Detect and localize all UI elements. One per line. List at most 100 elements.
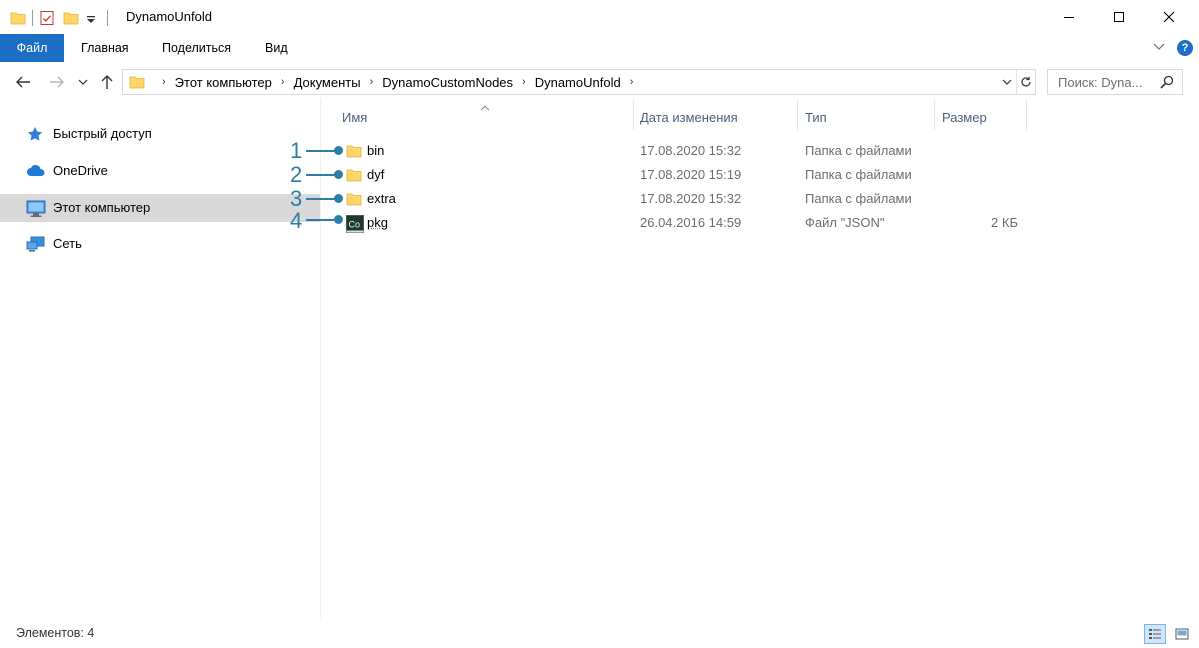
- quick-access-toolbar: [10, 7, 114, 29]
- sidebar-item-quick-access[interactable]: Быстрый доступ: [0, 120, 320, 148]
- details-view-button[interactable]: [1144, 624, 1166, 644]
- file-type: Файл "JSON": [805, 215, 885, 230]
- tab-file[interactable]: Файл: [0, 34, 64, 62]
- callout-number: 4: [290, 208, 303, 233]
- search-input[interactable]: Поиск: Dyna...: [1058, 75, 1142, 90]
- status-item-count: Элементов: 4: [16, 626, 95, 640]
- breadcrumb-separator-icon[interactable]: ›: [281, 76, 285, 88]
- breadcrumb-separator-icon[interactable]: ›: [370, 76, 374, 88]
- sort-ascending-icon: [480, 100, 490, 115]
- toolbar-divider: [32, 10, 33, 26]
- new-folder-icon[interactable]: [63, 10, 79, 26]
- help-icon[interactable]: ?: [1177, 40, 1193, 56]
- tab-home[interactable]: Главная: [81, 34, 129, 62]
- json-file-icon: Co: [346, 215, 364, 236]
- breadcrumb-this-pc[interactable]: Этот компьютер: [175, 75, 272, 90]
- column-header-date[interactable]: Дата изменения: [640, 110, 738, 125]
- expand-ribbon-chevron-icon[interactable]: [1153, 40, 1165, 55]
- recent-locations-button[interactable]: [76, 70, 90, 94]
- up-button[interactable]: [96, 70, 118, 94]
- breadcrumb-dynamo-unfold[interactable]: DynamoUnfold: [535, 75, 621, 90]
- folder-icon: [346, 167, 362, 186]
- pane-divider[interactable]: [320, 98, 321, 618]
- up-arrow-icon: [101, 75, 113, 89]
- navigation-pane: Быстрый доступ OneDrive Этот компьютер С…: [0, 98, 321, 618]
- column-header-type[interactable]: Тип: [805, 110, 827, 125]
- navigation-bar: › Этот компьютер › Документы › DynamoCus…: [0, 66, 1199, 98]
- file-size: 2 КБ: [991, 215, 1018, 230]
- callout-number: 2: [290, 162, 303, 187]
- breadcrumb: › Этот компьютер › Документы › DynamoCus…: [153, 70, 642, 94]
- close-button[interactable]: [1146, 0, 1192, 34]
- file-name: dyf: [367, 167, 385, 182]
- folder-icon: [346, 191, 362, 210]
- file-row-extra[interactable]: extra 17.08.2020 15:32 Папка с файлами: [322, 187, 1022, 211]
- search-icon[interactable]: [1160, 75, 1174, 92]
- properties-icon[interactable]: [39, 10, 55, 26]
- file-type: Папка с файлами: [805, 191, 912, 206]
- folder-icon: [129, 74, 145, 93]
- file-row-dyf[interactable]: dyf 17.08.2020 15:19 Папка с файлами: [322, 163, 1022, 187]
- breadcrumb-separator-icon[interactable]: ›: [630, 76, 634, 88]
- file-date: 26.04.2016 14:59: [640, 215, 742, 230]
- ribbon-tabs: Файл Главная Поделиться Вид ?: [0, 34, 1199, 62]
- column-divider[interactable]: [797, 100, 798, 130]
- callout-dot: [334, 170, 343, 179]
- sidebar-item-this-pc[interactable]: Этот компьютер: [0, 194, 320, 222]
- back-arrow-icon: [16, 76, 30, 88]
- minimize-button[interactable]: [1046, 0, 1092, 34]
- sidebar-item-label: OneDrive: [53, 163, 108, 178]
- back-button[interactable]: [12, 70, 34, 94]
- close-icon: [1163, 11, 1175, 23]
- file-type: Папка с файлами: [805, 167, 912, 182]
- cloud-icon: [26, 163, 46, 179]
- file-name: bin: [367, 143, 385, 158]
- column-header-name[interactable]: Имя: [342, 110, 367, 125]
- breadcrumb-documents[interactable]: Документы: [294, 75, 361, 90]
- breadcrumb-dynamo-custom-nodes[interactable]: DynamoCustomNodes: [382, 75, 513, 90]
- column-divider[interactable]: [934, 100, 935, 130]
- large-icons-view-button[interactable]: [1171, 624, 1193, 644]
- folder-icon: [346, 143, 362, 162]
- tab-view[interactable]: Вид: [265, 34, 288, 62]
- computer-icon: [26, 200, 46, 217]
- address-bar[interactable]: › Этот компьютер › Документы › DynamoCus…: [122, 69, 1036, 95]
- search-box[interactable]: Поиск: Dyna...: [1047, 69, 1183, 95]
- chevron-down-icon: [78, 79, 88, 85]
- chevron-down-icon: [1002, 79, 1012, 85]
- svg-text:Co: Co: [349, 220, 361, 230]
- sidebar-item-onedrive[interactable]: OneDrive: [0, 157, 320, 185]
- refresh-icon: [1020, 76, 1031, 87]
- tab-share[interactable]: Поделиться: [162, 34, 231, 62]
- customize-toolbar-icon[interactable]: [85, 10, 101, 26]
- sidebar-item-network[interactable]: Сеть: [0, 230, 320, 258]
- breadcrumb-separator-icon[interactable]: ›: [522, 76, 526, 88]
- column-divider[interactable]: [1026, 100, 1027, 130]
- sidebar-item-label: Сеть: [53, 236, 82, 251]
- folder-icon: [10, 10, 26, 26]
- file-date: 17.08.2020 15:32: [640, 191, 742, 206]
- column-divider[interactable]: [633, 100, 634, 130]
- window-title: DynamoUnfold: [126, 9, 212, 24]
- callout-dot: [334, 215, 343, 224]
- maximize-button[interactable]: [1096, 0, 1142, 34]
- file-name: pkg: [367, 215, 388, 230]
- column-header-size[interactable]: Размер: [942, 110, 987, 125]
- sidebar-item-label: Быстрый доступ: [53, 126, 152, 141]
- forward-button[interactable]: [46, 70, 68, 94]
- refresh-button[interactable]: [1016, 70, 1034, 94]
- file-row-bin[interactable]: bin 17.08.2020 15:32 Папка с файлами: [322, 139, 1022, 163]
- file-date: 17.08.2020 15:32: [640, 143, 742, 158]
- file-list-header: Имя Дата изменения Тип Размер: [322, 100, 1199, 134]
- network-icon: [26, 236, 46, 252]
- callout-dot: [334, 146, 343, 155]
- sidebar-item-label: Этот компьютер: [53, 200, 151, 215]
- address-dropdown-button[interactable]: [999, 70, 1015, 94]
- file-type: Папка с файлами: [805, 143, 912, 158]
- callout-number: 1: [290, 138, 303, 163]
- star-icon: [26, 126, 46, 142]
- breadcrumb-separator-icon[interactable]: ›: [162, 76, 166, 88]
- forward-arrow-icon: [50, 76, 64, 88]
- large-icons-view-icon: [1175, 628, 1189, 640]
- file-row-pkg[interactable]: Co pkg 26.04.2016 14:59 Файл "JSON" 2 КБ: [322, 211, 1022, 235]
